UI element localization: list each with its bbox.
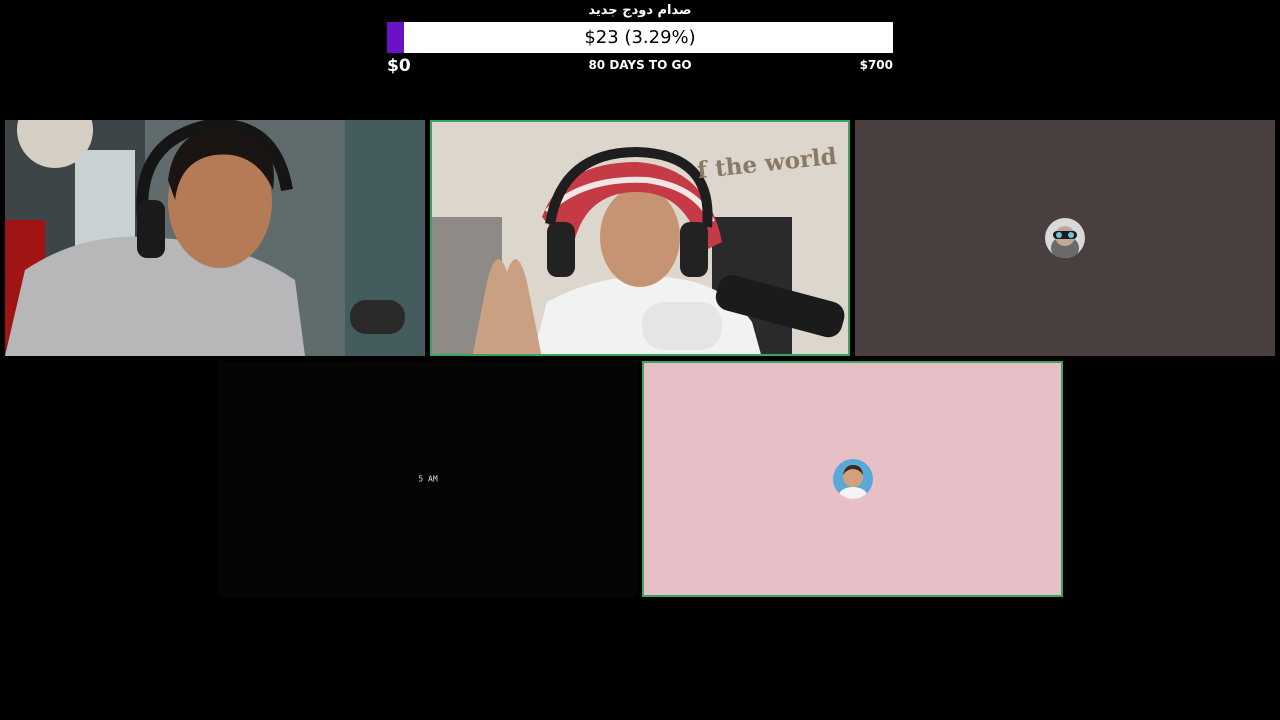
video-tile-participant-1[interactable] xyxy=(5,120,425,356)
donation-goal: صدام دودج جديد $23 (3.29%) $0 80 DAYS TO… xyxy=(387,0,893,80)
child-avatar-icon xyxy=(832,459,873,499)
goal-max-label: $700 xyxy=(859,58,893,72)
goal-title: صدام دودج جديد xyxy=(588,3,692,18)
video-tile-participant-5[interactable] xyxy=(642,361,1063,597)
goal-days-remaining: 80 DAYS TO GO xyxy=(588,58,692,72)
video-tile-participant-4[interactable]: 5 AM xyxy=(218,361,638,597)
tile-caption: 5 AM xyxy=(418,474,438,484)
goggles-avatar-icon xyxy=(1045,218,1085,258)
goal-progress-bar: $23 (3.29%) xyxy=(387,22,893,53)
goal-amount: $23 (3.29%) xyxy=(584,27,696,48)
video-tile-participant-3[interactable] xyxy=(855,120,1275,356)
video-tile-participant-2[interactable]: f the world xyxy=(430,120,850,356)
participant-1-video xyxy=(5,120,425,356)
